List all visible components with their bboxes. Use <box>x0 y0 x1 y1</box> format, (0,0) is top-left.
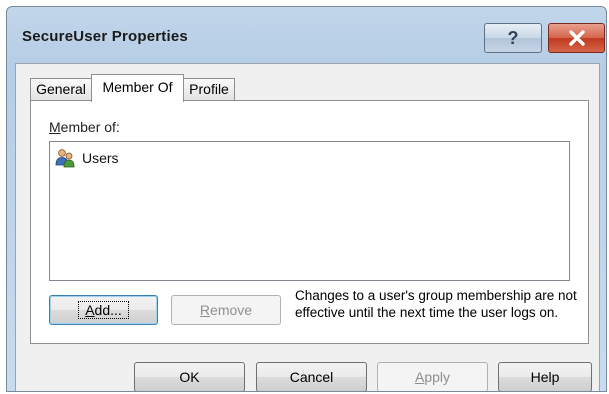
add-button[interactable]: Add... <box>49 295 158 325</box>
membership-note: Changes to a user's group membership are… <box>295 288 577 320</box>
ok-button[interactable]: OK <box>134 362 245 391</box>
member-of-list[interactable]: Users <box>49 141 570 281</box>
user-group-icon <box>55 149 75 168</box>
add-button-label: Add... <box>78 301 129 319</box>
close-button[interactable] <box>548 23 605 53</box>
group-name: Users <box>82 150 119 166</box>
member-of-panel: Member of: Users Add... Remove Changes t… <box>30 100 589 344</box>
member-of-label: Member of: <box>49 119 120 135</box>
apply-button-label: Apply <box>414 369 451 385</box>
remove-button-label: Remove <box>199 302 253 318</box>
tab-general[interactable]: General <box>30 78 92 100</box>
remove-button[interactable]: Remove <box>171 295 281 325</box>
tab-profile[interactable]: Profile <box>183 78 235 100</box>
close-icon <box>568 30 585 46</box>
tab-member-of[interactable]: Member Of <box>91 74 184 102</box>
question-mark-icon: ? <box>507 27 519 48</box>
title-bar[interactable]: SecureUser Properties ? <box>7 7 606 57</box>
help-button[interactable]: Help <box>498 362 592 391</box>
list-item[interactable]: Users <box>54 148 119 168</box>
apply-button[interactable]: Apply <box>377 362 488 391</box>
dialog-client-area: General Member Of Profile Member of: Use… <box>15 63 600 391</box>
window-title: SecureUser Properties <box>22 28 188 45</box>
cancel-button[interactable]: Cancel <box>256 362 367 391</box>
help-caption-button[interactable]: ? <box>484 23 542 53</box>
properties-dialog: SecureUser Properties ? General Member O… <box>6 6 607 392</box>
